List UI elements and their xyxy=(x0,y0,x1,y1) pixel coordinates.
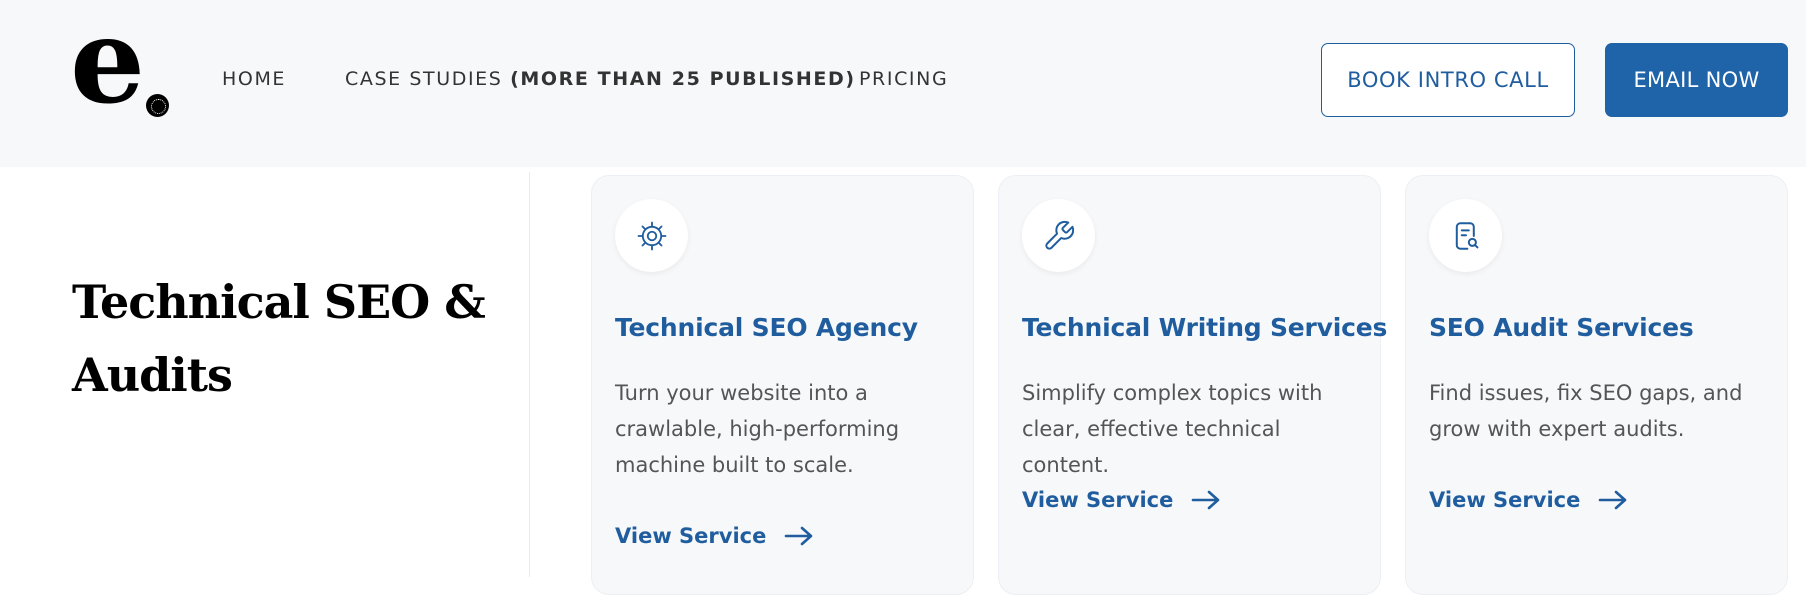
view-service-link[interactable]: View Service xyxy=(615,524,814,548)
arrow-right-icon xyxy=(1599,490,1627,510)
service-card-technical-seo: Technical SEO Agency Turn your website i… xyxy=(591,175,974,595)
card-title[interactable]: Technical SEO Agency xyxy=(615,313,918,342)
view-service-label: View Service xyxy=(1022,488,1174,512)
nav-case-studies-label: CASE STUDIES xyxy=(345,68,503,90)
arrow-right-icon xyxy=(1192,490,1220,510)
logo-dot-icon xyxy=(146,94,169,117)
wrench-icon xyxy=(1022,199,1095,272)
section-title: Technical SEO & Audits xyxy=(72,275,486,402)
service-card-seo-audit: SEO Audit Services Find issues, fix SEO … xyxy=(1405,175,1788,595)
section-divider xyxy=(529,172,530,577)
nav-case-studies[interactable]: CASE STUDIES (MORE THAN 25 PUBLISHED) xyxy=(345,68,856,90)
nav-home[interactable]: HOME xyxy=(222,68,286,90)
card-description: Simplify complex topics with clear, effe… xyxy=(1022,381,1323,477)
card-title[interactable]: Technical Writing Services xyxy=(1022,313,1387,342)
view-service-link[interactable]: View Service xyxy=(1429,488,1628,512)
site-header: e HOME CASE STUDIES (MORE THAN 25 PUBLIS… xyxy=(0,0,1806,167)
card-description: Find issues, fix SEO gaps, and grow with… xyxy=(1429,381,1743,441)
view-service-label: View Service xyxy=(615,524,767,548)
document-search-icon xyxy=(1429,199,1502,272)
card-title[interactable]: SEO Audit Services xyxy=(1429,313,1694,342)
nav-pricing[interactable]: PRICING xyxy=(859,68,948,90)
email-now-button[interactable]: EMAIL NOW xyxy=(1605,43,1788,117)
view-service-label: View Service xyxy=(1429,488,1581,512)
service-card-technical-writing: Technical Writing Services Simplify comp… xyxy=(998,175,1387,595)
logo-letter: e xyxy=(70,0,146,130)
gear-icon xyxy=(615,199,688,272)
view-service-link[interactable]: View Service xyxy=(1022,488,1221,512)
book-intro-call-button[interactable]: BOOK INTRO CALL xyxy=(1321,43,1575,117)
site-logo[interactable]: e xyxy=(70,2,180,130)
card-description: Turn your website into a crawlable, high… xyxy=(615,381,900,477)
arrow-right-icon xyxy=(785,526,813,546)
nav-case-studies-note: (MORE THAN 25 PUBLISHED) xyxy=(510,68,856,90)
